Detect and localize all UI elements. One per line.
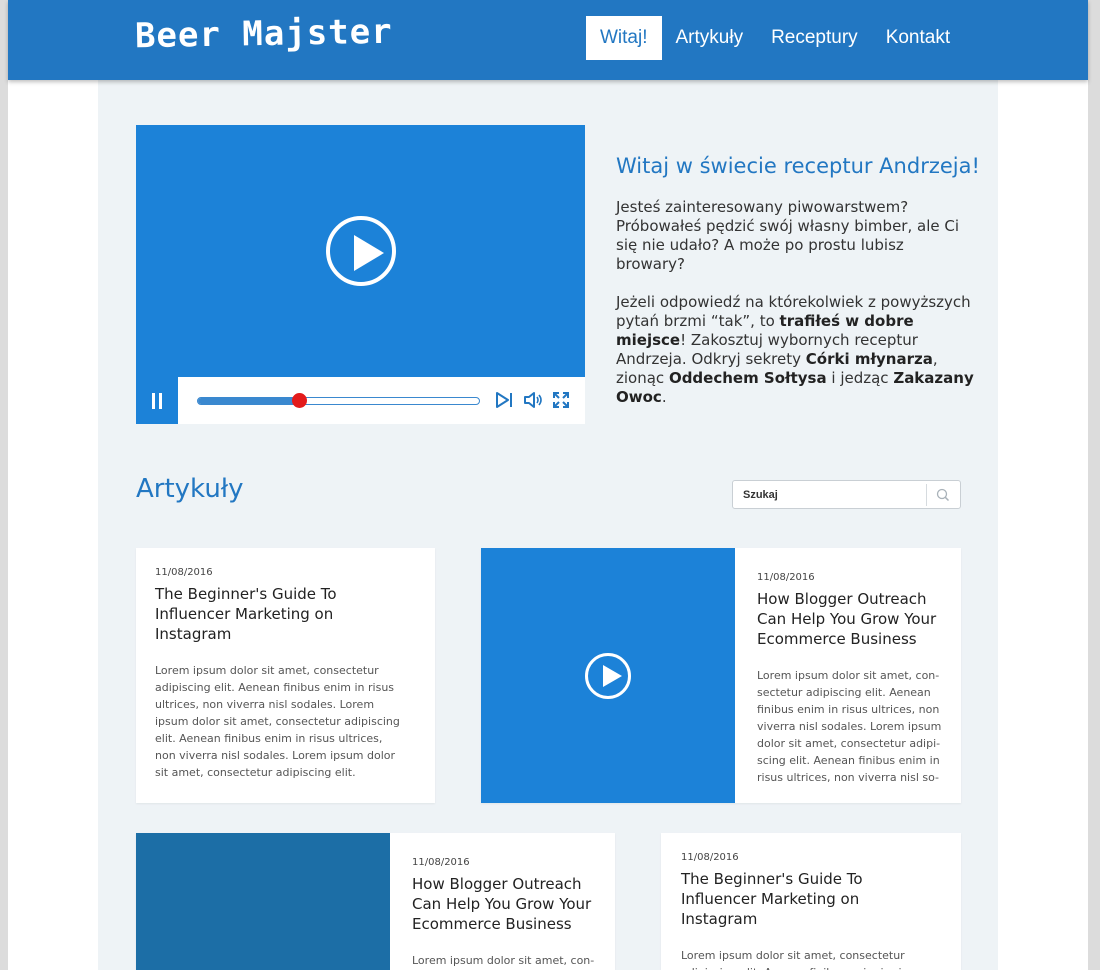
nav-item-kontakt[interactable]: Kontakt: [872, 16, 964, 60]
article-excerpt: Lorem ipsum dolor sit amet, con-sectetur…: [757, 669, 942, 784]
article-date: 11/08/2016: [155, 567, 213, 578]
search-input[interactable]: [743, 487, 923, 503]
nav-item-witaj[interactable]: Witaj!: [586, 16, 662, 60]
main-nav: Witaj! Artykuły Receptury Kontakt: [586, 16, 964, 60]
article-date: 11/08/2016: [412, 857, 470, 868]
search-button[interactable]: [926, 484, 960, 506]
article-date: 11/08/2016: [681, 852, 739, 863]
video-progress-knob[interactable]: [292, 393, 308, 408]
video-progress-bar[interactable]: [197, 393, 480, 408]
site-logo[interactable]: Beer Majster: [135, 12, 393, 56]
video-player[interactable]: [136, 125, 585, 424]
article-title[interactable]: How Blogger Outreach Can Help You Grow Y…: [757, 589, 942, 649]
volume-icon[interactable]: [522, 389, 544, 411]
article-title[interactable]: The Beginner's Guide To Influencer Marke…: [681, 869, 926, 929]
hero-paragraph-2: Jeżeli odpowiedź na którekolwiek z powyż…: [616, 293, 974, 406]
article-title[interactable]: The Beginner's Guide To Influencer Marke…: [155, 584, 400, 644]
article-card[interactable]: 11/08/2016 How Blogger Outreach Can Help…: [136, 833, 615, 970]
article-excerpt: Lorem ipsum dolor sit amet, con-sectetur…: [412, 954, 595, 967]
site-header: Beer Majster Witaj! Artykuły Receptury K…: [8, 0, 1088, 80]
article-video-thumbnail[interactable]: [481, 548, 735, 803]
play-icon[interactable]: [326, 216, 396, 286]
article-excerpt: Lorem ipsum dolor sit amet, consectetur …: [155, 664, 400, 779]
article-title[interactable]: How Blogger Outreach Can Help You Grow Y…: [412, 874, 597, 934]
hero-title: Witaj w świecie receptur Andrzeja!: [616, 154, 980, 178]
video-controls: [136, 377, 585, 424]
play-icon[interactable]: [585, 653, 631, 699]
fullscreen-icon[interactable]: [550, 389, 572, 411]
article-card[interactable]: 11/08/2016 How Blogger Outreach Can Help…: [481, 548, 961, 803]
nav-item-artykuly[interactable]: Artykuły: [662, 16, 758, 60]
skip-next-icon[interactable]: [493, 389, 515, 411]
article-excerpt: Lorem ipsum dolor sit amet, consectetur …: [681, 949, 920, 970]
search-box: [732, 480, 961, 509]
article-card[interactable]: 11/08/2016 The Beginner's Guide To Influ…: [661, 833, 961, 970]
articles-heading: Artykuły: [136, 474, 244, 504]
hero-paragraph-1: Jesteś zainteresowany piwowarstwem? Prób…: [616, 198, 959, 273]
nav-item-receptury[interactable]: Receptury: [757, 16, 872, 60]
article-date: 11/08/2016: [757, 572, 815, 583]
article-card[interactable]: 11/08/2016 The Beginner's Guide To Influ…: [136, 548, 435, 803]
video-progress-fill: [198, 398, 300, 404]
search-icon: [936, 488, 950, 502]
pause-button[interactable]: [136, 377, 178, 424]
article-image[interactable]: [136, 833, 390, 970]
